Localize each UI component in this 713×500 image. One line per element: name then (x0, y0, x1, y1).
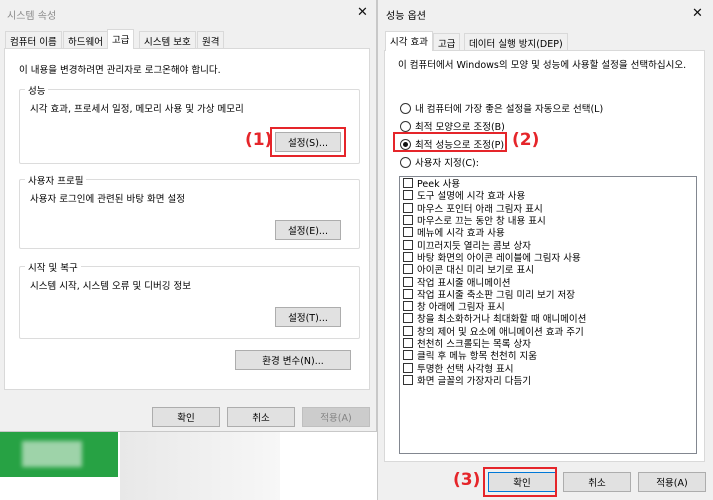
effect-list-item[interactable]: 작업 표시줄 축소판 그림 미리 보기 저장 (400, 288, 696, 301)
tab-remote[interactable]: 원격 (197, 31, 225, 48)
radio-best-performance[interactable]: 최적 성능으로 조정(P) (400, 137, 504, 151)
performance-title: 성능 (25, 83, 49, 97)
effect-list-item[interactable]: 마우스 포인터 아래 그림자 표시 (400, 202, 696, 215)
tab-advanced[interactable]: 고급 (433, 33, 461, 50)
radio-button[interactable] (400, 120, 411, 132)
performance-options-dialog: 성능 옵션 ✕ 시각 효과 고급 데이터 실행 방지(DEP) 이 컴퓨터에서 … (377, 0, 713, 500)
effect-list-item[interactable]: 도구 설명에 시각 효과 사용 (400, 189, 696, 202)
effect-list-item[interactable]: 화면 글꼴의 가장자리 다듬기 (400, 374, 696, 387)
visual-effects-description: 이 컴퓨터에서 Windows의 모양 및 성능에 사용할 설정을 선택하십시오… (398, 60, 687, 71)
background-blurred-item (22, 441, 82, 467)
effect-list-item[interactable]: 천천히 스크롤되는 목록 상자 (400, 337, 696, 350)
tab-visual-effects[interactable]: 시각 효과 (385, 31, 433, 51)
effect-list-item[interactable]: 창 아래에 그림자 표시 (400, 300, 696, 313)
checkbox[interactable] (403, 362, 413, 373)
checkbox[interactable] (403, 301, 413, 312)
tab-system-protection[interactable]: 시스템 보호 (139, 31, 196, 48)
ok-button[interactable]: 확인 (152, 407, 220, 427)
checkbox[interactable] (403, 338, 413, 348)
annotation-label-2: (2) (512, 130, 540, 150)
background-blurred-area (120, 432, 280, 500)
effect-list-item[interactable]: 바탕 화면의 아이콘 레이블에 그림자 사용 (400, 251, 696, 264)
visual-effects-panel: 이 컴퓨터에서 Windows의 모양 및 성능에 사용할 설정을 선택하십시오… (384, 50, 705, 462)
radio-custom[interactable]: 사용자 지정(C): (400, 155, 479, 169)
close-icon[interactable]: ✕ (692, 6, 703, 21)
checkbox[interactable] (403, 202, 413, 213)
performance-desc: 시각 효과, 프로세서 일정, 메모리 사용 및 가상 메모리 (30, 104, 244, 115)
cancel-button[interactable]: 취소 (563, 472, 631, 492)
advanced-tab-panel: 이 내용을 변경하려면 관리자로 로그온해야 합니다. 성능 시각 효과, 프로… (4, 48, 370, 390)
checkbox[interactable] (403, 264, 413, 275)
checkbox[interactable] (403, 325, 413, 336)
tab-dep[interactable]: 데이터 실행 방지(DEP) (464, 33, 568, 50)
effect-list-item[interactable]: 마우스로 끄는 동안 창 내용 표시 (400, 214, 696, 227)
tab-computer-name[interactable]: 컴퓨터 이름 (5, 31, 62, 48)
radio-label: 최적 성능으로 조정(P) (415, 140, 505, 151)
visual-effects-list[interactable]: Peek 사용 도구 설명에 시각 효과 사용 마우스 포인터 아래 그림자 표시 마… (399, 176, 697, 454)
startup-desc: 시스템 시작, 시스템 오류 및 디버깅 정보 (30, 281, 191, 292)
radio-label: 최적 모양으로 조정(B) (415, 122, 505, 133)
ok-button[interactable]: 확인 (488, 472, 556, 492)
checkbox[interactable] (403, 313, 413, 324)
startup-settings-button[interactable]: 설정(T)... (275, 307, 341, 327)
tab-advanced[interactable]: 고급 (107, 29, 135, 49)
startup-title: 시작 및 복구 (25, 260, 81, 274)
radio-label: 내 컴퓨터에 가장 좋은 설정을 자동으로 선택(L) (415, 104, 604, 115)
checkbox[interactable] (403, 190, 413, 201)
effect-list-item[interactable]: 창의 제어 및 요소에 애니메이션 효과 주기 (400, 325, 696, 338)
startup-recovery-group: 시작 및 복구 시스템 시작, 시스템 오류 및 디버깅 정보 (19, 260, 360, 339)
checkbox[interactable] (403, 178, 413, 189)
effect-list-item[interactable]: 작업 표시줄 애니메이션 (400, 275, 696, 289)
checkbox[interactable] (403, 276, 413, 287)
dialog-title: 성능 옵션 (386, 11, 426, 22)
effect-label: 화면 글꼴의 가장자리 다듬기 (417, 375, 531, 387)
checkbox[interactable] (403, 215, 413, 226)
annotation-label-1: (1) (245, 130, 273, 150)
effect-list-item[interactable]: Peek 사용 (400, 177, 696, 190)
performance-group: 성능 시각 효과, 프로세서 일정, 메모리 사용 및 가상 메모리 (19, 83, 360, 164)
user-profile-title: 사용자 프로필 (25, 173, 87, 187)
performance-settings-button[interactable]: 설정(S)... (275, 132, 341, 152)
user-profile-settings-button[interactable]: 설정(E)... (275, 220, 341, 240)
system-properties-dialog: 시스템 속성 ✕ 컴퓨터 이름 하드웨어 고급 시스템 보호 원격 이 내용을 … (0, 0, 377, 432)
user-profile-desc: 사용자 로그인에 관련된 바탕 화면 설정 (30, 194, 185, 205)
effect-list-item[interactable]: 클릭 후 메뉴 항목 천천히 지움 (400, 349, 696, 362)
dialog-title: 시스템 속성 (7, 11, 57, 22)
effect-list-item[interactable]: 미끄러지듯 열리는 콤보 상자 (400, 238, 696, 252)
apply-button[interactable]: 적용(A) (638, 472, 706, 492)
radio-best-appearance[interactable]: 최적 모양으로 조정(B) (400, 119, 505, 133)
radio-button[interactable] (400, 102, 411, 114)
apply-button[interactable]: 적용(A) (302, 407, 370, 427)
checkbox[interactable] (403, 227, 413, 238)
checkbox[interactable] (403, 374, 413, 385)
checkbox[interactable] (403, 350, 413, 361)
radio-label: 사용자 지정(C): (415, 158, 479, 169)
annotation-label-3: (3) (453, 470, 481, 490)
close-icon[interactable]: ✕ (357, 5, 368, 20)
checkbox[interactable] (403, 251, 413, 262)
checkbox[interactable] (403, 288, 413, 299)
cancel-button[interactable]: 취소 (227, 407, 295, 427)
effect-list-item[interactable]: 창을 최소화하거나 최대화할 때 애니메이션 (400, 312, 696, 325)
tab-hardware[interactable]: 하드웨어 (63, 31, 108, 48)
environment-variables-button[interactable]: 환경 변수(N)... (235, 350, 351, 370)
admin-notice: 이 내용을 변경하려면 관리자로 로그온해야 합니다. (19, 65, 221, 76)
radio-let-windows-choose[interactable]: 내 컴퓨터에 가장 좋은 설정을 자동으로 선택(L) (400, 101, 603, 115)
radio-button[interactable] (400, 156, 411, 168)
effect-list-item[interactable]: 아이콘 대신 미리 보기로 표시 (400, 263, 696, 276)
checkbox[interactable] (403, 239, 413, 250)
effect-list-item[interactable]: 투명한 선택 사각형 표시 (400, 361, 696, 375)
radio-button-checked[interactable] (400, 138, 411, 150)
effect-list-item[interactable]: 메뉴에 시각 효과 사용 (400, 226, 696, 239)
